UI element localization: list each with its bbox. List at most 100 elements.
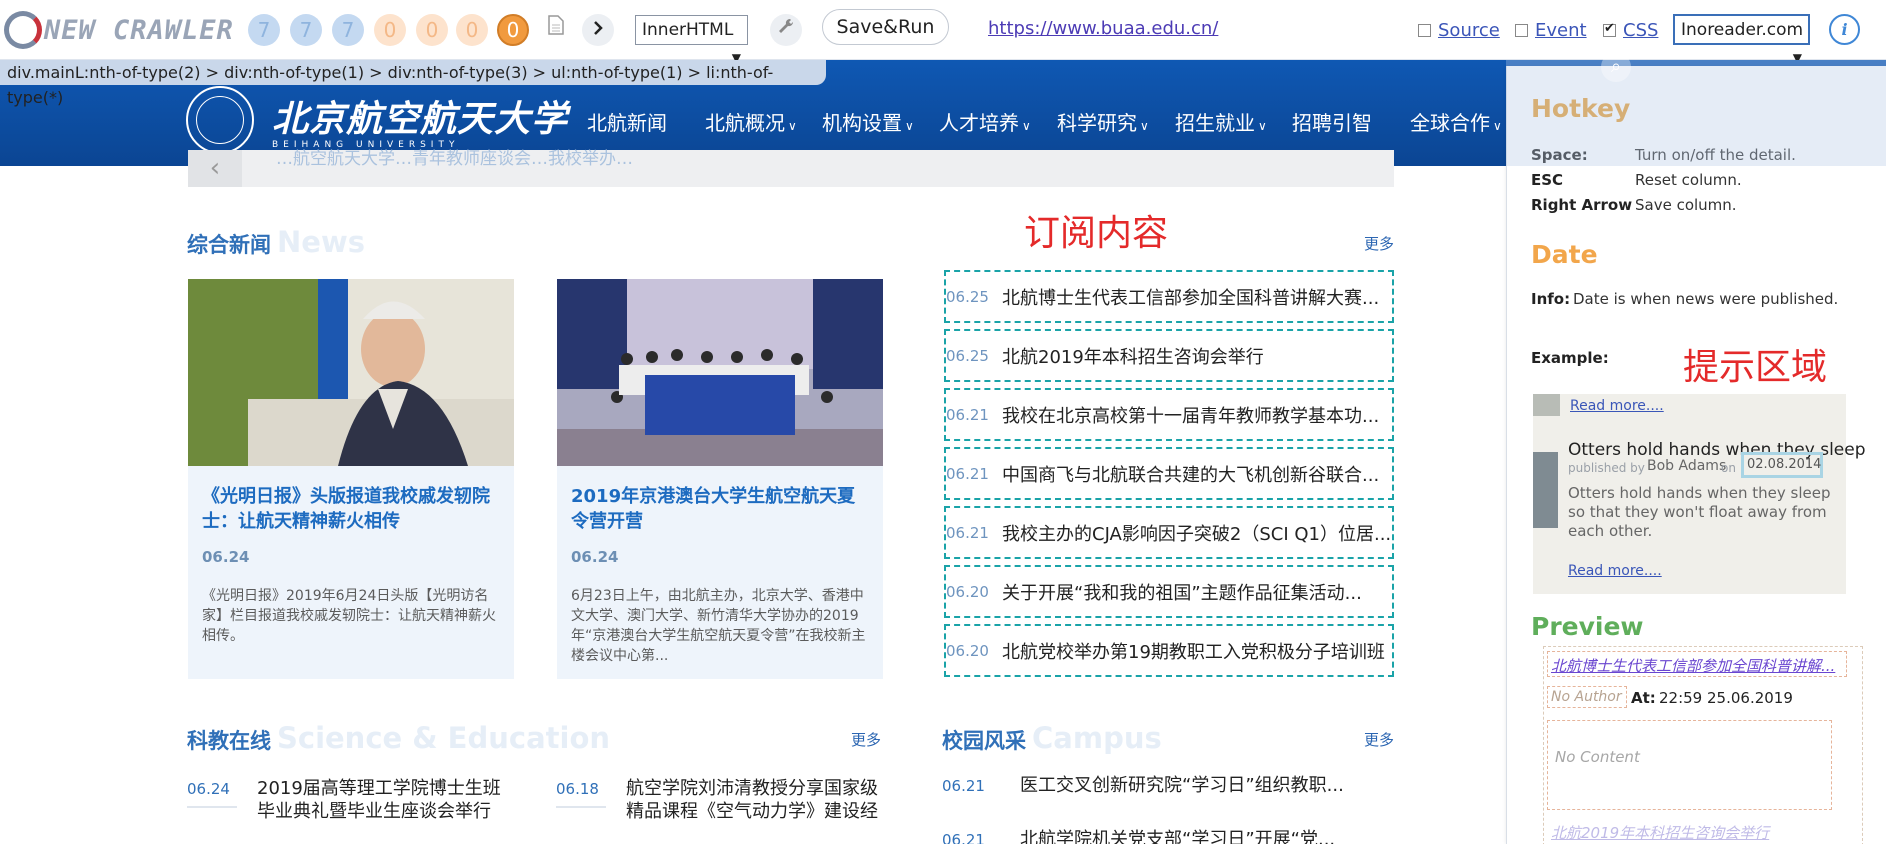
chevron-down-icon: ∨ <box>1493 119 1502 133</box>
news-card-image[interactable] <box>188 279 514 466</box>
nav-label: 机构设置 <box>822 111 902 135</box>
news-item-title[interactable]: 北航博士生代表工信部参加全国科普讲解大赛... <box>1002 284 1379 310</box>
otter-thumbnail-image <box>1533 452 1558 528</box>
campus-item-date: 06.21 <box>942 831 985 844</box>
crawler-toolbar: NEW CRAWLER 7 7 7 0 0 0 0 InnerHTML ▼ Sav… <box>0 0 1886 65</box>
source-checkbox-label: Source <box>1438 20 1500 41</box>
info-icon[interactable]: i <box>1829 14 1860 45</box>
news-item-date: 06.20 <box>946 641 989 660</box>
counter-badge-active[interactable]: 0 <box>497 14 529 46</box>
subscribed-more-link[interactable]: 更多 <box>1364 233 1394 254</box>
preview-link[interactable]: 北航博士生代表工信部参加全国科普讲解... <box>1551 655 1835 676</box>
chevron-down-icon: ∨ <box>905 119 914 133</box>
campus-item-title[interactable]: 北航学院机关党支部“学习日”开展“党... <box>1020 825 1335 844</box>
news-item-title[interactable]: 我校在北京高校第十一届青年教师教学基本功... <box>1002 402 1379 428</box>
checkbox-box-checked[interactable] <box>1603 21 1616 37</box>
campus-item-title[interactable]: 医工交叉创新研究院“学习日”组织教职... <box>1020 771 1344 797</box>
science-item-title[interactable]: 2019届高等理工学院博士生班毕业典礼暨毕业生座谈会举行 <box>257 777 517 823</box>
source-checkbox[interactable]: Source <box>1418 20 1500 41</box>
science-item-title[interactable]: 航空学院刘沛清教授分享国家级精品课程《空气动力学》建设经 <box>626 777 886 823</box>
news-card-image[interactable] <box>557 279 883 466</box>
section-title-en: Science & Education <box>277 721 611 755</box>
section-title-cn: 科教在线 <box>187 729 271 753</box>
news-card-title[interactable]: 2019年京港澳台大学生航空航天夏令营开营 <box>557 484 883 534</box>
nav-label: 全球合作 <box>1410 111 1490 135</box>
news-list-item[interactable]: 06.25 北航博士生代表工信部参加全国科普讲解大赛... <box>944 270 1394 323</box>
science-list-item[interactable]: 06.24 2019届高等理工学院博士生班毕业典礼暨毕业生座谈会举行 <box>187 777 517 823</box>
campus-list-item[interactable]: 06.21 医工交叉创新研究院“学习日”组织教职... <box>942 771 1344 797</box>
news-list-item[interactable]: 06.21 中国商飞与北航联合共建的大飞机创新谷联合... <box>944 447 1394 500</box>
news-list-item[interactable]: 06.20 北航党校举办第19期教职工入党积极分子培训班 <box>944 624 1394 677</box>
news-section-title: 综合新闻 News <box>187 225 365 259</box>
science-section-title: 科教在线 Science & Education <box>187 721 610 755</box>
date-info-text: Date is when news were published. <box>1573 290 1839 308</box>
preview-link[interactable]: 北航2019年本科招生咨询会举行 <box>1551 822 1769 843</box>
counter-badge[interactable]: 7 <box>290 14 322 46</box>
news-list-item[interactable]: 06.21 我校在北京高校第十一届青年教师教学基本功... <box>944 388 1394 441</box>
wrench-icon[interactable] <box>770 14 802 46</box>
next-arrow-button[interactable] <box>582 14 614 46</box>
news-item-title[interactable]: 北航2019年本科招生咨询会举行 <box>1002 343 1264 369</box>
news-list-item[interactable]: 06.20 关于开展“我和我的祖国”主题作品征集活动... <box>944 565 1394 618</box>
preview-content: No Content <box>1555 748 1640 766</box>
news-item-title[interactable]: 北航党校举办第19期教职工入党积极分子培训班 <box>1002 638 1385 664</box>
news-card[interactable]: 2019年京港澳台大学生航空航天夏令营开营 06.24 6月23日上午，由北航主… <box>557 279 883 679</box>
counter-badge[interactable]: 7 <box>248 14 280 46</box>
chevron-down-icon: ∨ <box>1140 119 1149 133</box>
checkbox-box[interactable] <box>1418 24 1431 37</box>
news-card-title[interactable]: 《光明日报》头版报道我校戚发轫院士：让航天精神薪火相传 <box>188 484 514 534</box>
news-card[interactable]: 《光明日报》头版报道我校戚发轫院士：让航天精神薪火相传 06.24 《光明日报》… <box>188 279 514 679</box>
nav-label: 北航新闻 <box>587 111 667 135</box>
counter-badge[interactable]: 0 <box>456 14 488 46</box>
section-title-cn: 校园风采 <box>942 729 1026 753</box>
nav-item-news[interactable]: 北航新闻 <box>587 107 667 136</box>
science-more-link[interactable]: 更多 <box>851 729 881 750</box>
document-icon[interactable] <box>540 14 572 46</box>
ticker-text[interactable]: …航空航天大学…青年教师座谈会…我校举办… <box>276 144 633 169</box>
css-checkbox[interactable]: CSS <box>1603 20 1658 41</box>
nav-item-global[interactable]: 全球合作 ∨ <box>1410 107 1502 136</box>
search-icon[interactable]: ⌕ <box>1601 52 1631 82</box>
news-card-summary: 《光明日报》2019年6月24日头版【光明访名家】栏目报道我校戚发轫院士：让航天… <box>202 588 496 644</box>
news-item-title[interactable]: 我校主办的CJA影响因子突破2（SCI Q1）位居... <box>1002 520 1391 546</box>
date-title: Date <box>1531 240 1598 269</box>
css-checkbox-label: CSS <box>1623 20 1659 41</box>
science-item-date: 06.18 <box>556 780 599 798</box>
date-info-key: Info: <box>1531 290 1571 308</box>
feed-service-select[interactable]: Inoreader.com ▼ <box>1673 14 1810 65</box>
campus-list-item[interactable]: 06.21 北航学院机关党支部“学习日”开展“党... <box>942 825 1335 844</box>
news-item-date: 06.25 <box>946 287 989 306</box>
example-published-by: published by <box>1568 461 1645 475</box>
news-list-item[interactable]: 06.21 我校主办的CJA影响因子突破2（SCI Q1）位居... <box>944 506 1394 559</box>
event-checkbox[interactable]: Event <box>1515 20 1587 41</box>
date-underline <box>556 806 606 808</box>
checkbox-box[interactable] <box>1515 24 1528 37</box>
nav-item-overview[interactable]: 北航概况 ∨ <box>705 107 797 136</box>
counter-badge[interactable]: 0 <box>416 14 448 46</box>
nav-item-admissions[interactable]: 招生就业 ∨ <box>1175 107 1267 136</box>
news-item-date: 06.25 <box>946 346 989 365</box>
news-list-item[interactable]: 06.25 北航2019年本科招生咨询会举行 <box>944 329 1394 382</box>
target-url-link[interactable]: https://www.buaa.edu.cn/ <box>988 18 1218 39</box>
mode-select[interactable]: InnerHTML ▼ <box>635 15 748 65</box>
campus-more-link[interactable]: 更多 <box>1364 729 1394 750</box>
nav-item-institutions[interactable]: 机构设置 ∨ <box>822 107 914 136</box>
nav-item-research[interactable]: 科学研究 ∨ <box>1057 107 1149 136</box>
selector-breadcrumb: div.mainL:nth-of-type(2) > div:nth-of-ty… <box>0 60 826 107</box>
ticker-prev-button[interactable]: ‹ <box>188 150 242 187</box>
news-item-title[interactable]: 关于开展“我和我的祖国”主题作品征集活动... <box>1002 579 1362 605</box>
science-item-date: 06.24 <box>187 780 230 798</box>
nav-item-recruitment[interactable]: 招聘引智 <box>1292 107 1372 136</box>
counter-badge[interactable]: 7 <box>332 14 364 46</box>
feed-select-value: Inoreader.com <box>1681 20 1804 40</box>
date-example-image: Read more.... Otters hold hands when the… <box>1533 394 1866 594</box>
counter-badge[interactable]: 0 <box>374 14 406 46</box>
news-item-date: 06.21 <box>946 464 989 483</box>
science-list-item[interactable]: 06.18 航空学院刘沛清教授分享国家级精品课程《空气动力学》建设经 <box>556 777 886 823</box>
hint-area-label: 提示区域 <box>1683 347 1828 388</box>
mode-select-value: InnerHTML <box>642 20 734 40</box>
hotkey-key: ESC <box>1531 171 1564 189</box>
news-item-title[interactable]: 中国商飞与北航联合共建的大飞机创新谷联合... <box>1002 461 1379 487</box>
nav-item-education[interactable]: 人才培养 ∨ <box>939 107 1031 136</box>
save-run-button[interactable]: Save&Run <box>822 9 949 45</box>
